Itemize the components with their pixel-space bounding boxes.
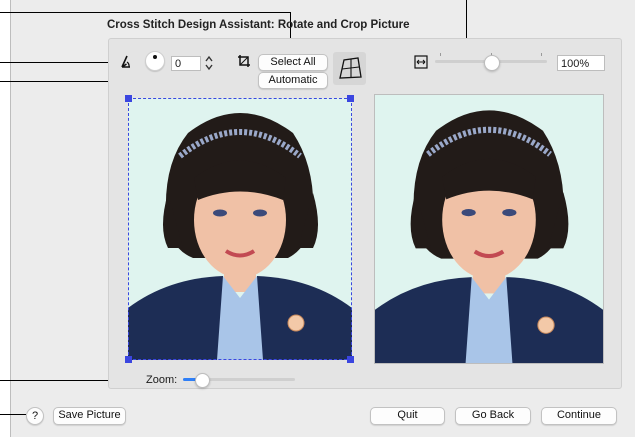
rotation-dial-icon[interactable] bbox=[145, 51, 165, 71]
scale-slider-thumb[interactable] bbox=[484, 55, 500, 71]
callout-line-select-all bbox=[0, 12, 291, 13]
crop-handle-top-left[interactable] bbox=[125, 95, 132, 102]
crop-handle-bottom-left[interactable] bbox=[125, 356, 132, 363]
callout-line-angle bbox=[0, 62, 112, 63]
scale-slider[interactable] bbox=[435, 53, 547, 71]
go-back-button[interactable]: Go Back bbox=[455, 407, 531, 425]
crop-handle-top-right[interactable] bbox=[347, 95, 354, 102]
zoom-label: Zoom: bbox=[146, 374, 178, 386]
rotation-angle-field[interactable]: 0 bbox=[171, 56, 201, 71]
angle-icon bbox=[117, 52, 137, 70]
zoom-slider-thumb[interactable] bbox=[195, 373, 210, 388]
callout-line-save bbox=[0, 414, 26, 415]
scale-percent-field[interactable]: 100% bbox=[557, 55, 605, 71]
select-all-button[interactable]: Select All bbox=[258, 54, 328, 71]
save-picture-button[interactable]: Save Picture bbox=[53, 407, 126, 425]
perspective-grid-button[interactable] bbox=[333, 52, 366, 85]
crop-icon bbox=[237, 54, 251, 68]
quit-button[interactable]: Quit bbox=[370, 407, 445, 425]
crop-selection[interactable] bbox=[128, 98, 352, 360]
continue-button[interactable]: Continue bbox=[541, 407, 617, 425]
dialog-title: Cross Stitch Design Assistant: Rotate an… bbox=[107, 19, 410, 31]
zoom-slider[interactable] bbox=[183, 373, 295, 388]
perspective-grid-icon bbox=[339, 57, 362, 79]
automatic-button[interactable]: Automatic bbox=[258, 72, 328, 89]
fit-width-icon bbox=[414, 55, 428, 69]
crop-handle-bottom-right[interactable] bbox=[347, 356, 354, 363]
help-button[interactable]: ? bbox=[26, 407, 44, 425]
cropped-preview bbox=[374, 94, 604, 364]
stepper-arrows-icon[interactable] bbox=[204, 54, 214, 72]
